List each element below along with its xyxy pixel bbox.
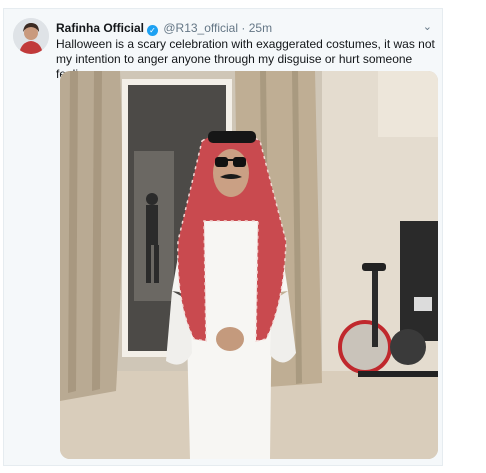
author-handle[interactable]: @R13_official (163, 21, 238, 35)
tweet-timestamp[interactable]: 25m (249, 21, 272, 35)
chevron-down-icon[interactable]: ⌄ (423, 20, 432, 33)
verified-badge-icon: ✓ (147, 25, 159, 36)
tweet-card[interactable]: Rafinha Official ✓ @R13_official · 25m ⌄ … (3, 8, 443, 466)
tweet-header: Rafinha Official ✓ @R13_official · 25m (56, 21, 272, 36)
tweet-photo[interactable] (60, 71, 438, 459)
avatar-image (13, 18, 49, 54)
author-name[interactable]: Rafinha Official (56, 21, 144, 35)
separator-dot: · (241, 21, 246, 35)
avatar[interactable] (13, 18, 49, 54)
